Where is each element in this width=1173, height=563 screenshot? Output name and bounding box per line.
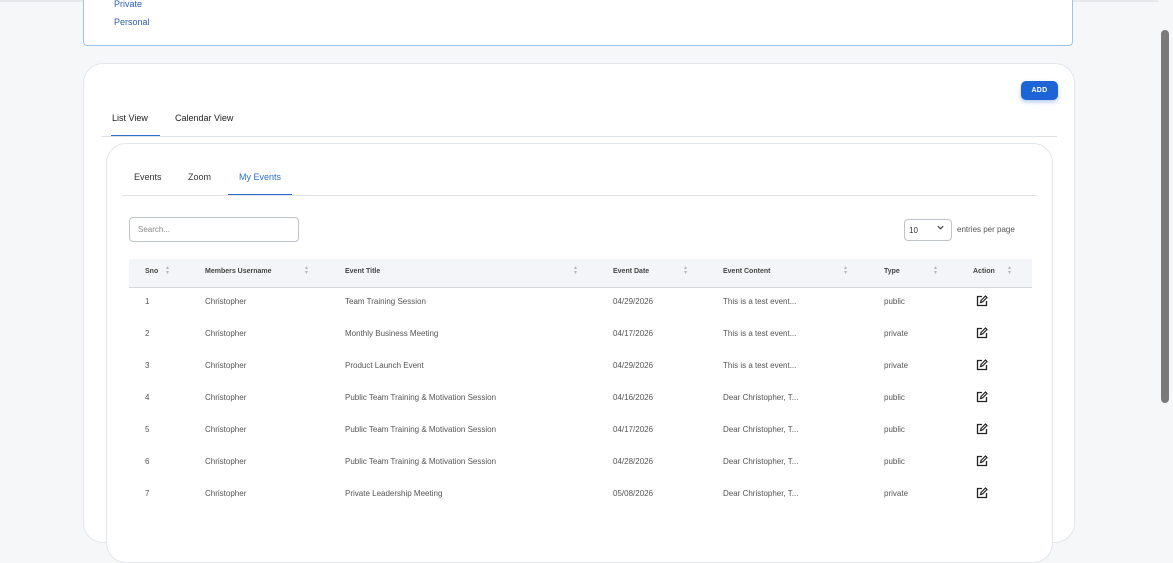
chevron-down-icon (936, 223, 945, 234)
cell-sno: 1 (145, 297, 150, 306)
tab-calendar-view[interactable]: Calendar View (175, 113, 233, 135)
sort-icon[interactable]: ▴ ▾ (934, 265, 937, 276)
entries-selected-value: 10 (909, 225, 918, 235)
cell-type: public (884, 393, 905, 402)
add-button[interactable]: ADD (1021, 81, 1058, 100)
cell-event-content: This is a test event... (723, 329, 797, 338)
cell-event-title: Monthly Business Meeting (345, 329, 439, 338)
cell-username: Christopher (205, 329, 247, 338)
cell-sno: 5 (145, 425, 150, 434)
sort-icon[interactable]: ▴ ▾ (166, 265, 169, 276)
column-header-event-title[interactable]: Event Title (345, 268, 380, 275)
filter-option-private[interactable]: Private (114, 0, 142, 9)
edit-icon[interactable] (975, 358, 989, 372)
cell-event-content: Dear Christopher, T... (723, 489, 799, 498)
table-row: 2 Christopher Monthly Business Meeting 0… (129, 319, 1032, 351)
cell-event-date: 04/17/2026 (613, 329, 654, 338)
cell-event-title: Product Launch Event (345, 361, 424, 370)
edit-icon[interactable] (975, 390, 989, 404)
cell-sno: 4 (145, 393, 150, 402)
cell-type: public (884, 457, 905, 466)
tab-my-events[interactable]: My Events (228, 172, 292, 195)
view-tabs: List View Calendar View (101, 102, 1057, 137)
sort-icon[interactable]: ▴ ▾ (1008, 265, 1011, 276)
search-input[interactable] (129, 217, 299, 242)
sort-icon[interactable]: ▴ ▾ (844, 265, 847, 276)
sort-icon[interactable]: ▴ ▾ (305, 265, 308, 276)
cell-event-title: Team Training Session (345, 297, 426, 306)
cell-event-title: Private Leadership Meeting (345, 489, 443, 498)
edit-icon[interactable] (975, 454, 989, 468)
cell-username: Christopher (205, 393, 247, 402)
cell-sno: 2 (145, 329, 150, 338)
cell-username: Christopher (205, 297, 247, 306)
cell-username: Christopher (205, 457, 247, 466)
tab-events[interactable]: Events (134, 172, 162, 194)
table-row: 4 Christopher Public Team Training & Mot… (129, 383, 1032, 415)
cell-type: public (884, 425, 905, 434)
tab-zoom[interactable]: Zoom (188, 172, 211, 194)
cell-sno: 6 (145, 457, 150, 466)
cell-event-content: This is a test event... (723, 297, 797, 306)
cell-username: Christopher (205, 489, 247, 498)
cell-event-content: Dear Christopher, T... (723, 393, 799, 402)
column-header-event-content[interactable]: Event Content (723, 268, 770, 275)
cell-type: private (884, 329, 909, 338)
table-row: 3 Christopher Product Launch Event 04/29… (129, 351, 1032, 383)
table-row: 5 Christopher Public Team Training & Mot… (129, 415, 1032, 447)
edit-icon[interactable] (975, 294, 989, 308)
cell-event-content: This is a test event... (723, 361, 797, 370)
cell-event-title: Public Team Training & Motivation Sessio… (345, 457, 497, 466)
tab-list-view[interactable]: List View (111, 113, 160, 136)
cell-event-date: 05/08/2026 (613, 489, 654, 498)
filter-option-personal[interactable]: Personal (114, 17, 150, 27)
cell-sno: 7 (145, 489, 150, 498)
column-header-sno[interactable]: Sno (145, 268, 158, 275)
column-header-event-date[interactable]: Event Date (613, 268, 649, 275)
column-header-action[interactable]: Action (973, 268, 995, 275)
table-row: 1 Christopher Team Training Session 04/2… (129, 287, 1032, 319)
cell-event-date: 04/17/2026 (613, 425, 654, 434)
table-header: Sno ▴ ▾ Members Username ▴ ▾ Event Title ▴… (129, 259, 1032, 288)
events-table-card: Events Zoom My Events 10 entries per pag… (106, 143, 1053, 563)
sort-icon[interactable]: ▴ ▾ (574, 265, 577, 276)
cell-username: Christopher (205, 425, 247, 434)
cell-event-date: 04/16/2026 (613, 393, 654, 402)
cell-type: private (884, 361, 909, 370)
sort-icon[interactable]: ▴ ▾ (684, 265, 687, 276)
filter-panel: Private Personal (83, 0, 1073, 46)
cell-event-date: 04/28/2026 (613, 457, 654, 466)
events-card: ADD List View Calendar View Events Zoom … (83, 63, 1075, 563)
edit-icon[interactable] (975, 486, 989, 500)
cell-type: private (884, 489, 909, 498)
edit-icon[interactable] (975, 326, 989, 340)
cell-event-date: 04/29/2026 (613, 361, 654, 370)
cell-type: public (884, 297, 905, 306)
table-row: 7 Christopher Private Leadership Meeting… (129, 479, 1032, 511)
column-header-type[interactable]: Type (884, 268, 900, 275)
entries-per-page-label: entries per page (957, 225, 1015, 234)
cell-username: Christopher (205, 361, 247, 370)
column-header-members-username[interactable]: Members Username (205, 268, 272, 275)
scrollbar-thumb[interactable] (1161, 30, 1169, 403)
cell-event-title: Public Team Training & Motivation Sessio… (345, 425, 497, 434)
cell-event-title: Public Team Training & Motivation Sessio… (345, 393, 497, 402)
cell-sno: 3 (145, 361, 150, 370)
sub-tabs: Events Zoom My Events (122, 162, 1037, 196)
edit-icon[interactable] (975, 422, 989, 436)
cell-event-content: Dear Christopher, T... (723, 457, 799, 466)
cell-event-content: Dear Christopher, T... (723, 425, 799, 434)
table-row: 6 Christopher Public Team Training & Mot… (129, 447, 1032, 479)
cell-event-date: 04/29/2026 (613, 297, 654, 306)
entries-per-page-select[interactable]: 10 (904, 219, 952, 241)
